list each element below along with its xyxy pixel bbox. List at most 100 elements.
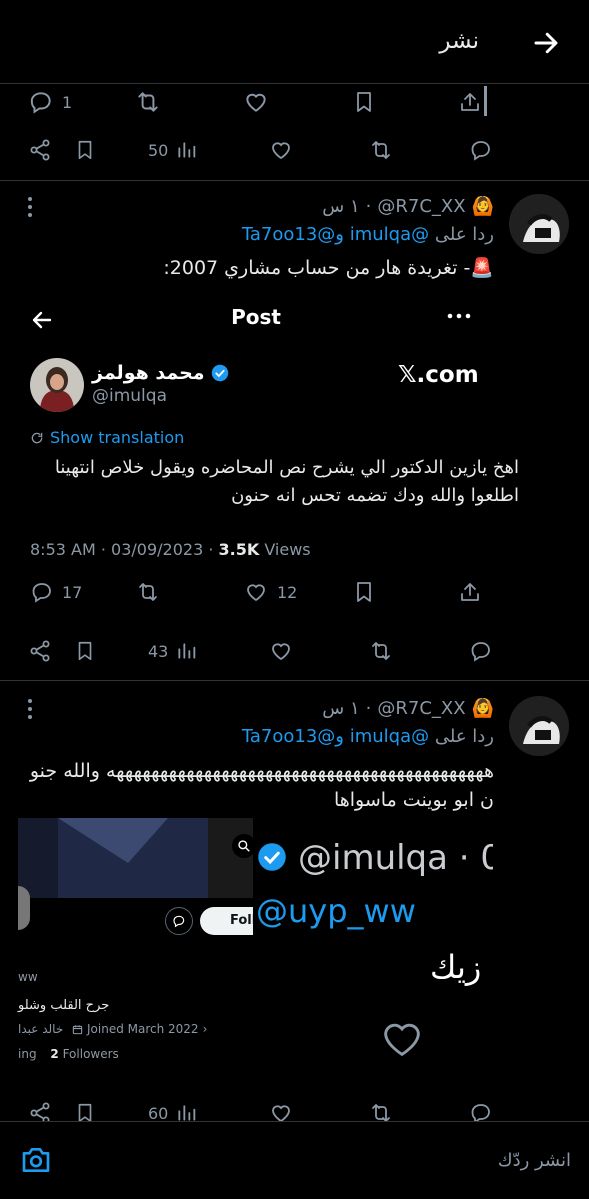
share-icon <box>28 138 52 162</box>
bookmark-button[interactable] <box>74 631 96 671</box>
timestamp: ١ س <box>322 195 360 217</box>
bookmark-icon <box>352 89 376 115</box>
calendar-icon <box>72 1024 83 1035</box>
reply-icon <box>469 138 493 162</box>
views-icon <box>176 1103 196 1123</box>
quoted-handle: @imulqa · 0( <box>298 838 493 878</box>
reply-to-line: ردا على @imulqa و@Ta7oo13 <box>18 224 494 245</box>
reply-button[interactable]: 1 <box>28 82 72 122</box>
more-icon[interactable] <box>20 195 40 219</box>
embed-bookmark <box>352 572 376 612</box>
avatar[interactable] <box>509 696 569 756</box>
embed-retweet <box>134 572 162 612</box>
verified-icon <box>211 364 229 382</box>
views-count: 50 <box>148 140 169 160</box>
bookmark-button[interactable] <box>74 130 96 170</box>
share-button[interactable] <box>28 631 52 671</box>
mention-link[interactable]: @imulqa <box>350 224 429 245</box>
embed-views-label: Views <box>259 540 311 559</box>
reply-prefix: ردا على <box>434 726 494 747</box>
author-name: محمد هولمز <box>92 362 205 384</box>
more-icon <box>446 306 472 326</box>
views-button[interactable]: 50 <box>148 130 196 170</box>
retweet-icon <box>368 138 394 162</box>
profile-photo-fragment <box>18 886 30 930</box>
mention-link[interactable]: @Ta7oo13 <box>242 726 335 747</box>
views-count: 43 <box>148 641 169 661</box>
divider <box>0 680 589 681</box>
partial-embed-actions: 1 <box>0 82 589 122</box>
quoted-text: زيك <box>430 948 482 986</box>
tweet-actions-prev: 50 <box>0 130 589 170</box>
reply-button[interactable] <box>469 631 493 671</box>
author-handle[interactable]: @R7C_XX <box>377 196 465 217</box>
views-count: 60 <box>148 1103 169 1123</box>
scroll-indicator <box>484 86 487 116</box>
mention-link[interactable]: @imulqa <box>350 726 429 747</box>
avatar[interactable] <box>509 194 569 254</box>
back-arrow-icon[interactable] <box>531 28 561 58</box>
tweet-text: 🚨- تغريدة هار من حساب مشاري 2007: <box>163 257 494 279</box>
like-icon <box>243 89 269 115</box>
reply-button[interactable] <box>469 130 493 170</box>
embed-author-handle: @imulqa <box>92 386 167 406</box>
author-handle[interactable]: @R7C_XX <box>377 698 465 719</box>
embed-timestamp: 8:53 AM · 03/09/2023 · 3.5K Views <box>30 540 311 559</box>
author-emoji: 🙆 <box>471 195 494 217</box>
reply-input[interactable]: انشر ردّك <box>498 1150 571 1171</box>
followers-count: 2 <box>50 1047 59 1061</box>
author-emoji: 🙆 <box>471 697 494 719</box>
like-button[interactable] <box>243 82 269 122</box>
top-bar: نشر <box>0 0 589 84</box>
follow-button: Follo <box>200 907 253 935</box>
share-button[interactable] <box>458 82 482 122</box>
bookmark-icon <box>352 580 376 604</box>
share-icon <box>28 639 52 663</box>
more-icon[interactable] <box>20 697 40 721</box>
quoted-mention: @uyp_ww <box>256 892 416 930</box>
translate-icon <box>30 431 44 445</box>
reply-count: 1 <box>62 92 73 112</box>
reply-icon <box>469 639 493 663</box>
mention-and: و <box>335 224 344 245</box>
followers-label: Followers <box>62 1047 119 1061</box>
retweet-button[interactable] <box>134 82 162 122</box>
share-button[interactable] <box>28 130 52 170</box>
mention-and: و <box>335 726 344 747</box>
like-button[interactable] <box>269 631 293 671</box>
embed-reply-count: 17 <box>62 582 83 602</box>
embed-like-count: 12 <box>277 582 298 602</box>
reply-composer: انشر ردّك <box>0 1121 589 1199</box>
views-icon <box>176 641 196 661</box>
embed-text: اهخ يازين الدكتور الي يشرح نص المحاضره و… <box>54 457 519 506</box>
embed-share <box>458 572 482 612</box>
joined-date: Joined March 2022 <box>87 1022 199 1036</box>
media-image[interactable] <box>18 818 253 898</box>
bookmark-icon <box>74 138 96 162</box>
search-icon <box>232 834 253 858</box>
reply-icon <box>30 580 54 604</box>
page-title: نشر <box>439 28 479 54</box>
embedded-post-screenshot[interactable]: Post محمد هولمز @imulqa 𝕏.com Show trans… <box>0 290 589 680</box>
like-button[interactable] <box>269 130 293 170</box>
divider <box>0 180 589 181</box>
bookmark-button[interactable] <box>352 82 376 122</box>
embed-like: 12 <box>243 572 297 612</box>
tweet-text: هههههههههههههههههههههههههههههههههههههههه… <box>29 760 494 811</box>
upload-icon <box>458 580 482 604</box>
following-label: ing <box>18 1047 37 1061</box>
tweet-meta: ١ س · @R7C_XX 🙆 <box>322 195 494 217</box>
views-button[interactable]: 43 <box>148 631 196 671</box>
retweet-icon <box>368 639 394 663</box>
mention-link[interactable]: @Ta7oo13 <box>242 224 335 245</box>
quoted-handle-crop: @imulqa · 0( <box>293 832 493 884</box>
embed-avatar <box>30 358 84 412</box>
embed-reply: 17 <box>30 572 82 612</box>
profile-location-fragment: خالد عبدا <box>18 1022 64 1036</box>
retweet-button[interactable] <box>368 130 394 170</box>
x-watermark: 𝕏.com <box>398 362 479 388</box>
like-icon <box>269 138 293 162</box>
like-icon <box>380 1018 424 1058</box>
retweet-button[interactable] <box>368 631 394 671</box>
camera-icon[interactable] <box>20 1145 52 1175</box>
